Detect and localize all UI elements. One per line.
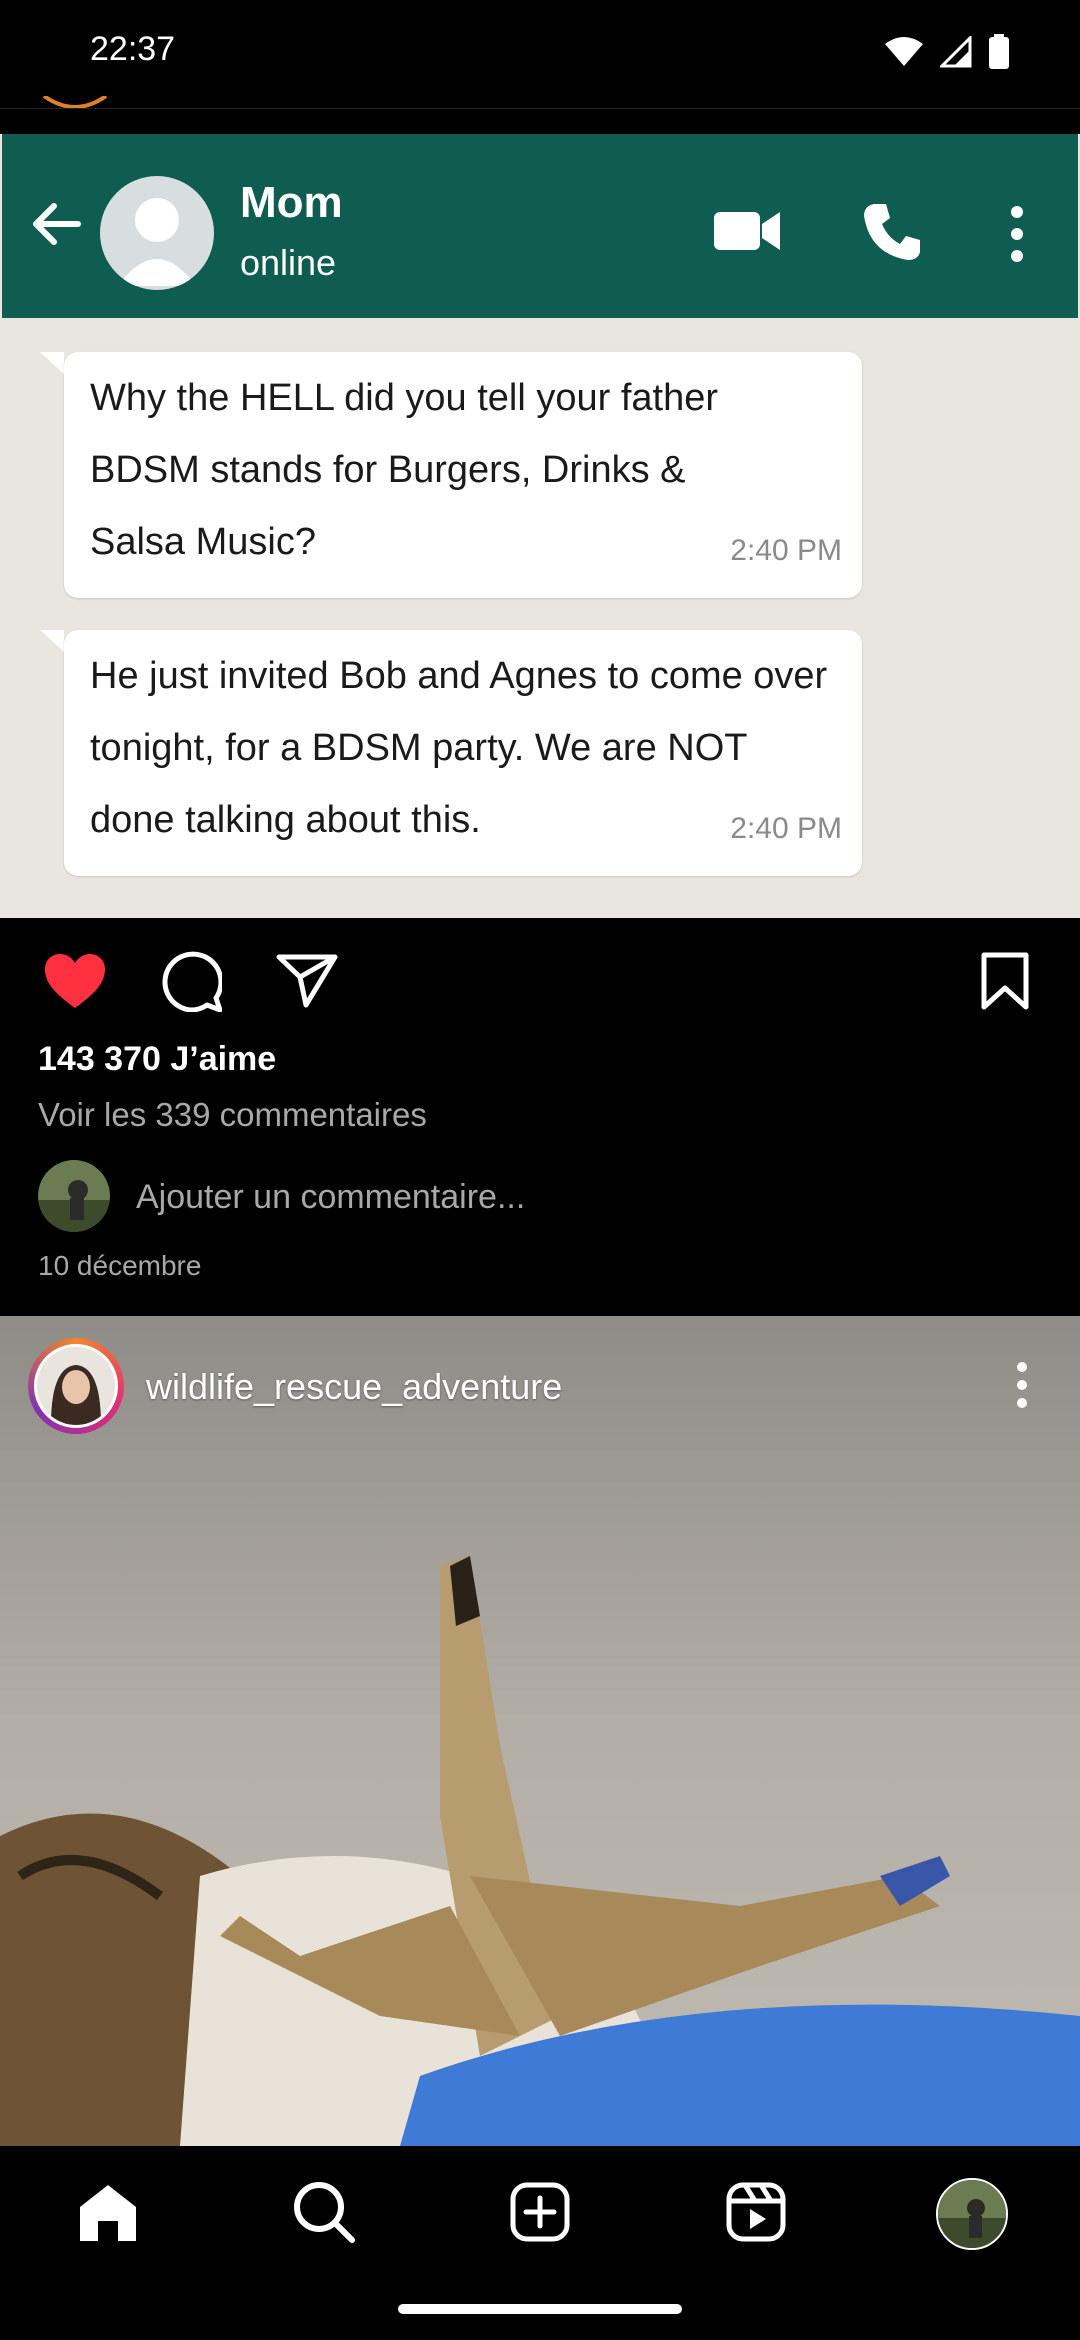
like-button[interactable]	[40, 948, 110, 1018]
nav-profile[interactable]	[932, 2174, 1012, 2254]
comment-icon	[160, 950, 224, 1017]
nav-reels[interactable]	[716, 2174, 796, 2254]
wifi-icon	[884, 36, 924, 73]
more-vertical-icon[interactable]	[1010, 1360, 1034, 1410]
chat-avatar	[100, 176, 214, 290]
nav-create[interactable]	[500, 2174, 580, 2254]
message-text: He just invited Bob and Agnes to come ov…	[90, 655, 828, 841]
back-arrow-icon	[26, 194, 86, 254]
save-button[interactable]	[970, 948, 1040, 1018]
create-icon	[509, 2181, 571, 2248]
post-image[interactable]: Mom online Why the HELL did you tell you…	[0, 134, 1080, 918]
reels-icon	[725, 2181, 787, 2248]
phone-call-icon	[860, 200, 924, 264]
home-icon	[76, 2181, 140, 2248]
avatar[interactable]	[34, 1344, 118, 1428]
message-bubble-tail	[40, 352, 64, 374]
nav-home[interactable]	[68, 2174, 148, 2254]
view-comments-link[interactable]: Voir les 339 commentaires	[38, 1096, 427, 1134]
message-bubble-tail	[40, 630, 64, 652]
search-icon	[292, 2180, 356, 2249]
profile-avatar	[936, 2178, 1008, 2250]
share-button[interactable]	[272, 948, 342, 1018]
message-bubble: He just invited Bob and Agnes to come ov…	[64, 630, 862, 876]
bookmark-icon	[980, 952, 1030, 1015]
send-icon	[276, 953, 338, 1014]
post-actions	[0, 918, 1080, 1034]
nav-search[interactable]	[284, 2174, 364, 2254]
post-username[interactable]: wildlife_rescue_adventure	[146, 1366, 562, 1408]
avatar	[38, 1160, 110, 1232]
chat-contact-status: online	[240, 242, 337, 283]
message-text: Why the HELL did you tell your father BD…	[90, 377, 719, 563]
likes-count[interactable]: 143 370 J’aime	[38, 1040, 276, 1079]
message-time: 2:40 PM	[730, 812, 842, 845]
message-time: 2:40 PM	[730, 534, 842, 567]
home-indicator[interactable]	[398, 2304, 682, 2314]
owl-claw-image	[0, 1316, 1080, 2146]
post-image[interactable]	[0, 1316, 1080, 2146]
cell-signal-icon	[938, 34, 972, 73]
chat-more-icon	[1002, 204, 1032, 264]
status-time: 22:37	[90, 30, 176, 68]
add-comment-input[interactable]: Ajouter un commentaire...	[136, 1178, 525, 1217]
message-bubble: Why the HELL did you tell your father BD…	[64, 352, 862, 598]
heart-filled-icon	[43, 952, 107, 1015]
battery-icon	[988, 34, 1010, 75]
chat-contact-name: Mom	[240, 178, 343, 227]
chat-header: Mom online	[2, 134, 1078, 318]
status-icons	[884, 34, 1010, 75]
previous-post-avatar-edge	[40, 96, 110, 114]
video-call-icon	[712, 206, 782, 256]
divider	[0, 108, 1080, 109]
comment-button[interactable]	[156, 948, 226, 1018]
post-date: 10 décembre	[38, 1250, 202, 1281]
